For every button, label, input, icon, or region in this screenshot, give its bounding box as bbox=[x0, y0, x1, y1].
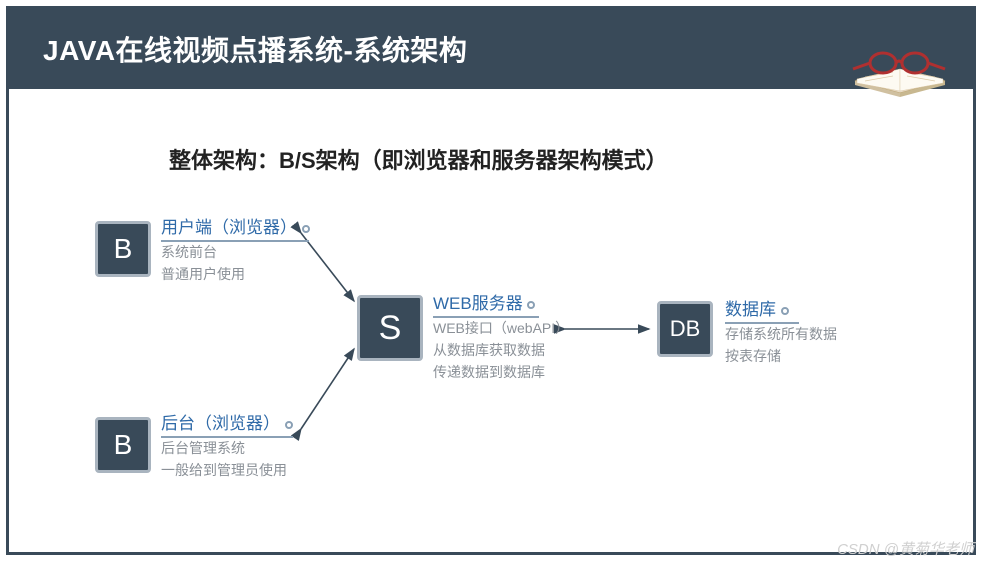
slide-frame: JAVA在线视频点播系统-系统架构 整体架构：B/S架构（即浏览器和服务器架构 bbox=[6, 6, 976, 555]
client-node-box: B bbox=[95, 221, 151, 277]
node-dot-icon bbox=[302, 225, 310, 233]
client-node-desc: 系统前台 普通用户使用 bbox=[161, 241, 245, 285]
server-node-label: S bbox=[379, 309, 402, 348]
admin-node-desc: 后台管理系统 一般给到管理员使用 bbox=[161, 437, 287, 481]
db-node-label: DB bbox=[670, 316, 701, 342]
node-dot-icon bbox=[527, 301, 535, 309]
slide-title: JAVA在线视频点播系统-系统架构 bbox=[43, 29, 467, 69]
watermark-text: CSDN @黄菊华老师 bbox=[837, 538, 974, 559]
admin-node-box: B bbox=[95, 417, 151, 473]
node-dot-icon bbox=[781, 307, 789, 315]
admin-node-label: B bbox=[114, 429, 133, 461]
diagram-headline: 整体架构：B/S架构（即浏览器和服务器架构模式） bbox=[169, 143, 668, 175]
client-node-title: 用户端（浏览器） bbox=[161, 213, 309, 242]
node-dot-icon bbox=[285, 421, 293, 429]
slide-header: JAVA在线视频点播系统-系统架构 bbox=[9, 9, 973, 89]
db-node-box: DB bbox=[657, 301, 713, 357]
diagram-area: 整体架构：B/S架构（即浏览器和服务器架构模式） B 用户端（浏览器） 系统前台 bbox=[9, 89, 973, 552]
db-node-desc: 存储系统所有数据 按表存储 bbox=[725, 323, 837, 367]
admin-node-title: 后台（浏览器） bbox=[161, 409, 293, 438]
db-node-title: 数据库 bbox=[725, 295, 799, 324]
server-node-box: S bbox=[357, 295, 423, 361]
server-node-desc: WEB接口（webAPI） 从数据库获取数据 传递数据到数据库 bbox=[433, 317, 569, 383]
server-node-title: WEB服务器 bbox=[433, 289, 539, 318]
client-node-label: B bbox=[114, 233, 133, 265]
